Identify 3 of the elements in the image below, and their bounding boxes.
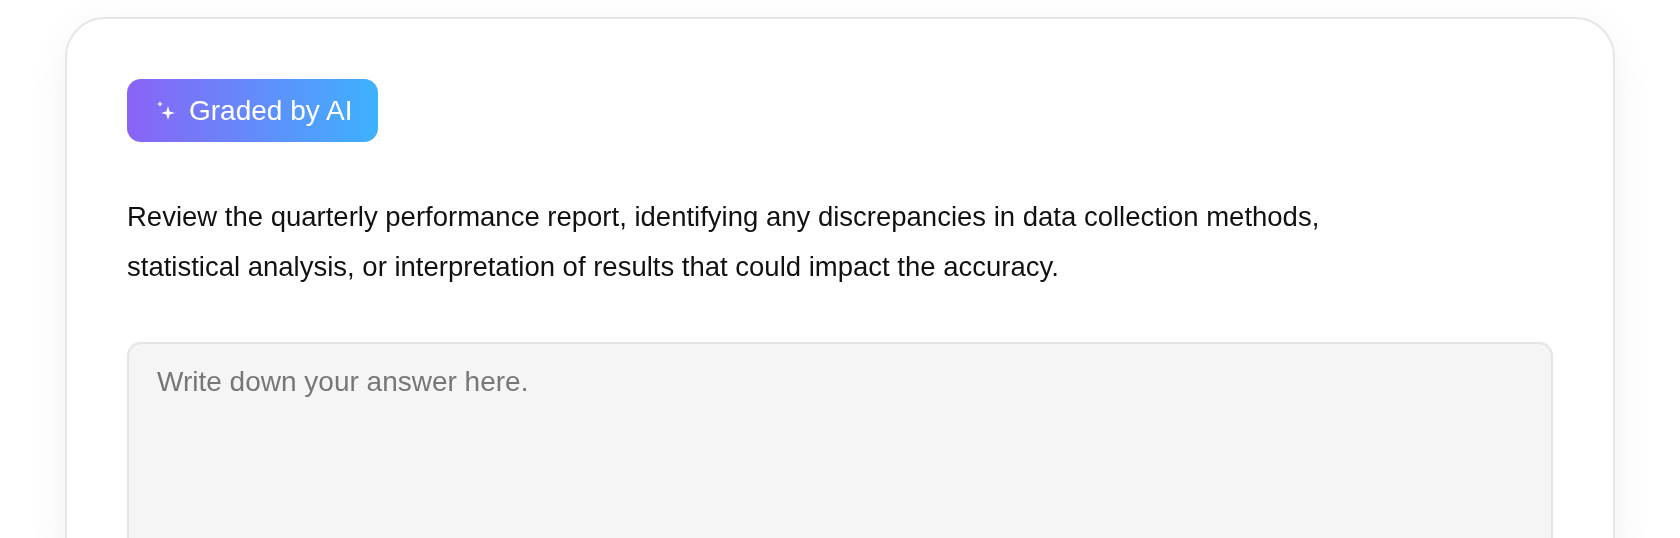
answer-field[interactable]: Write down your answer here. bbox=[127, 342, 1553, 538]
question-text: Review the quarterly performance report, identifying any discrepancies in data collection methods, statistical analysis, or interpretation of results that could impact the accuracy. bbox=[127, 200, 1321, 284]
graded-badge: Graded by AI bbox=[127, 79, 379, 142]
